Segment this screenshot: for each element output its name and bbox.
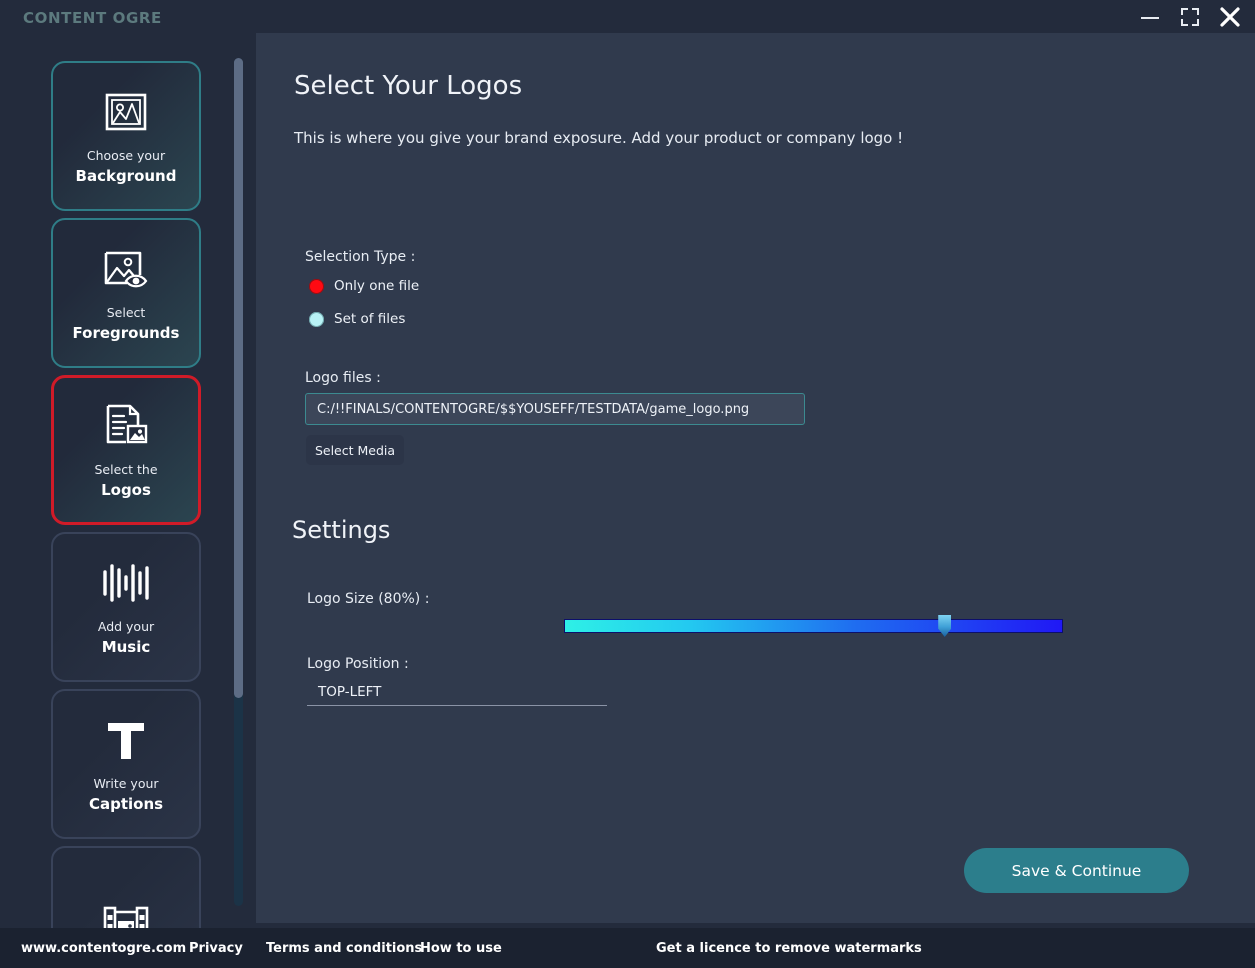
radio-label: Only one file [334,278,420,294]
sidebar-item-captions[interactable]: Write your Captions [51,689,201,839]
page-title: Select Your Logos [294,71,523,101]
radio-only-one-file[interactable]: Only one file [309,278,419,294]
logo-files-label: Logo files : [305,370,381,386]
radio-dot-selected [309,278,324,294]
sidebar-item-line2: Logos [101,481,151,500]
selection-type-label: Selection Type : [305,249,416,265]
sidebar-item-logos[interactable]: Select the Logos [51,375,201,525]
sidebar-item-foregrounds[interactable]: Select Foregrounds [51,218,201,368]
footer-terms-link[interactable]: Terms and conditions [266,941,422,956]
close-icon[interactable] [1219,6,1241,28]
main-panel: Select Your Logos This is where you give… [256,33,1255,923]
logo-size-slider-handle[interactable] [938,615,952,637]
sidebar: Choose your Background Select Foreground… [0,33,228,928]
sidebar-item-line2: Foregrounds [72,324,180,343]
app-title: CONTENT OGRE [23,9,162,27]
window-controls [1139,0,1241,33]
sidebar-item-line2: Music [101,638,151,657]
image-frame-icon [103,84,149,140]
logo-position-label: Logo Position : [307,656,409,672]
logo-size-slider-track[interactable] [564,619,1063,633]
sidebar-item-video[interactable] [51,846,201,928]
sidebar-item-line1: Select [106,305,146,321]
select-media-button[interactable]: Select Media [306,435,404,465]
sidebar-item-line2: Captions [88,795,164,814]
sidebar-item-line2: Background [75,167,177,186]
logo-files-input[interactable]: C:/!!FINALS/CONTENTOGRE/$$YOUSEFF/TESTDA… [305,393,805,425]
footer: www.contentogre.com Privacy Terms and co… [0,928,1255,968]
sidebar-item-line1: Add your [97,619,155,635]
logo-position-select[interactable]: TOP-LEFT [307,678,607,706]
footer-website-link[interactable]: www.contentogre.com [21,941,186,956]
sidebar-item-music[interactable]: Add your Music [51,532,201,682]
footer-privacy-link[interactable]: Privacy [189,941,243,956]
sidebar-item-line1: Choose your [86,148,166,164]
save-continue-button[interactable]: Save & Continue [964,848,1189,893]
footer-licence-link[interactable]: Get a licence to remove watermarks [656,941,922,956]
footer-how-to-use-link[interactable]: How to use [420,941,502,956]
radio-label: Set of files [334,311,406,327]
logo-size-label: Logo Size (80%) : [307,591,430,607]
sidebar-item-line1: Select the [94,462,158,478]
film-strip-icon [100,898,152,928]
settings-heading: Settings [292,516,391,544]
title-bar: CONTENT OGRE [0,0,1255,33]
sidebar-item-line1: Write your [93,776,159,792]
logo-size-slider[interactable] [564,615,1063,637]
radio-dot-unselected [309,311,324,327]
text-t-icon [101,712,151,768]
document-image-icon [102,398,150,454]
maximize-icon[interactable] [1179,6,1201,28]
audio-waveform-icon [100,555,152,611]
sidebar-item-background[interactable]: Choose your Background [51,61,201,211]
page-subtitle: This is where you give your brand exposu… [294,129,904,147]
sidebar-scrollbar-track[interactable] [234,58,243,906]
sidebar-scrollbar-thumb[interactable] [234,58,243,698]
app-window: CONTENT OGRE Choose your Background Sele… [0,0,1255,968]
minimize-icon[interactable] [1139,6,1161,28]
image-eye-icon [101,241,151,297]
radio-set-of-files[interactable]: Set of files [309,311,405,327]
